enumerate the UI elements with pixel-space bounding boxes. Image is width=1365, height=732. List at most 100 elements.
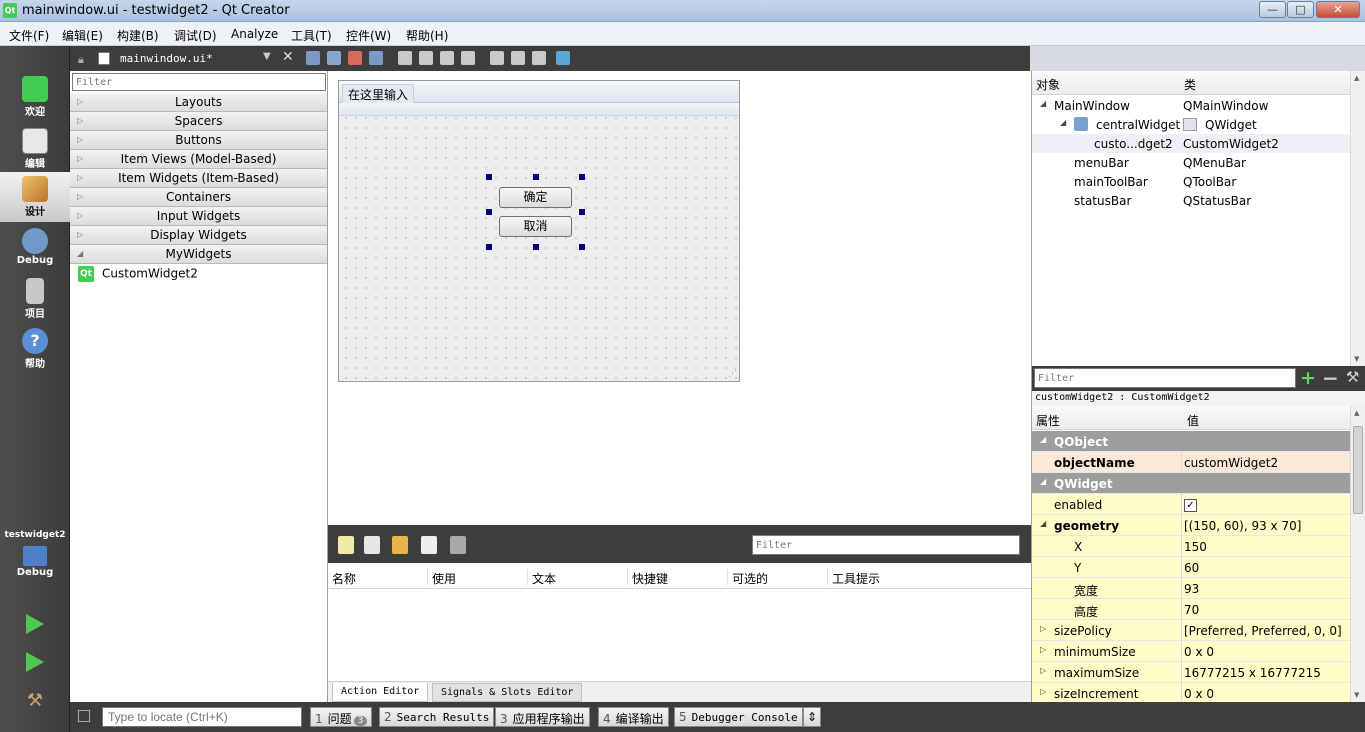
category-display-widgets[interactable]: ▷ Display Widgets [70,226,327,245]
tab-signals-slots-editor[interactable]: Signals & Slots Editor [432,683,583,702]
expand-arrow-icon[interactable]: ◢ [1040,99,1046,108]
edit-widgets-icon[interactable] [306,51,320,65]
tree-row-statusbar[interactable]: statusBar QStatusBar [1032,191,1350,210]
scroll-up-icon[interactable]: ▲ [1354,74,1359,82]
mode-help[interactable]: ? 帮助 [0,324,70,374]
add-dynamic-property-icon[interactable]: + [1300,367,1316,389]
mode-debug[interactable]: Debug [0,224,70,274]
menu-analyze[interactable]: Analyze [231,27,278,41]
prop-value[interactable]: 0 x 0 [1184,645,1214,659]
prop-value[interactable]: [Preferred, Preferred, 0, 0] [1184,624,1342,638]
build-button[interactable]: ⚒ [0,684,70,718]
output-tab-compile-output[interactable]: 4 编译输出 [598,707,669,727]
collapse-arrow-icon[interactable]: ◢ [1040,435,1046,444]
category-spacers[interactable]: ▷ Spacers [70,112,327,131]
chevron-down-icon[interactable]: ▼ [263,51,271,62]
configure-icon[interactable] [450,536,466,554]
menu-widgets[interactable]: 控件(W) [346,27,391,44]
close-document-icon[interactable]: ✕ [282,49,294,65]
ok-button[interactable]: 确定 [499,187,572,208]
prop-height[interactable]: 高度 70 [1032,599,1350,620]
form-main-toolbar[interactable] [339,103,739,116]
prop-geometry[interactable]: ◢ geometry [(150, 60), 93 x 70] [1032,515,1350,536]
prop-value[interactable]: 70 [1184,603,1199,617]
main-window-form[interactable]: 在这里输入 确定 取消 ⋰ [338,80,740,382]
maximize-button[interactable]: □ [1287,1,1314,18]
tab-action-editor[interactable]: Action Editor [332,683,429,702]
adjust-size-icon[interactable] [556,51,570,65]
output-tab-debugger-console[interactable]: 5 Debugger Console [674,707,803,727]
col-property[interactable]: 属性 [1036,412,1060,429]
mode-design[interactable]: 设计 [0,172,70,222]
category-input-widgets[interactable]: ▷ Input Widgets [70,207,327,226]
remove-dynamic-property-icon[interactable]: − [1322,366,1339,390]
prop-group-qwidget[interactable]: ◢ QWidget [1032,473,1350,494]
new-action-icon[interactable] [338,536,354,554]
configure-icon[interactable]: ⚒ [1346,368,1359,386]
menu-file[interactable]: 文件(F) [9,27,49,44]
prop-value[interactable]: 93 [1184,582,1199,596]
selection-handle[interactable] [533,244,539,250]
col-text[interactable]: 文本 [532,570,556,587]
scroll-up-icon[interactable]: ▲ [1354,409,1359,417]
category-containers[interactable]: ▷ Containers [70,188,327,207]
document-name[interactable]: mainwindow.ui* [120,52,213,65]
prop-objectname[interactable]: objectName customWidget2 [1032,452,1350,473]
output-tab-issues[interactable]: 1 问题 3 [310,707,373,727]
selection-handle[interactable] [579,174,585,180]
output-tabs-more[interactable]: ⇕ [803,707,822,727]
selection-handle[interactable] [486,209,492,215]
menu-help[interactable]: 帮助(H) [406,27,448,44]
mode-edit[interactable]: 编辑 [0,124,70,174]
expand-arrow-icon[interactable]: ▷ [1040,624,1046,633]
action-filter-input[interactable] [752,535,1020,555]
layout-horizontal-icon[interactable] [398,51,412,65]
col-class[interactable]: 类 [1184,76,1196,93]
action-table[interactable]: 名称 使用 文本 快捷键 可选的 工具提示 [328,563,1031,681]
layout-horizontal-splitter-icon[interactable] [440,51,454,65]
prop-width[interactable]: 宽度 93 [1032,578,1350,599]
minimize-button[interactable]: — [1259,1,1286,18]
enabled-checkbox[interactable]: ✓ [1184,499,1197,512]
col-value[interactable]: 值 [1187,412,1199,429]
tree-row-centralwidget[interactable]: ◢ centralWidget QWidget [1032,115,1350,134]
category-item-widgets[interactable]: ▷ Item Widgets (Item-Based) [70,169,327,188]
prop-value[interactable]: 150 [1184,540,1207,554]
expand-arrow-icon[interactable]: ◢ [1060,118,1066,127]
tree-row-menubar[interactable]: menuBar QMenuBar [1032,153,1350,172]
menu-build[interactable]: 构建(B) [117,27,159,44]
expand-arrow-icon[interactable]: ▷ [1040,645,1046,654]
locator-input[interactable] [102,707,302,727]
prop-group-qobject[interactable]: ◢ QObject [1032,431,1350,452]
cancel-button[interactable]: 取消 [499,216,572,237]
prop-value[interactable]: 60 [1184,561,1199,575]
selection-handle[interactable] [533,174,539,180]
delete-action-icon[interactable] [421,536,437,554]
collapse-arrow-icon[interactable]: ◢ [1040,477,1046,486]
layout-vertical-icon[interactable] [419,51,433,65]
type-here-menu[interactable]: 在这里输入 [342,84,415,105]
menu-tools[interactable]: 工具(T) [291,27,332,44]
col-shortcut[interactable]: 快捷键 [632,570,668,587]
close-button[interactable]: ✕ [1316,1,1360,18]
category-item-views[interactable]: ▷ Item Views (Model-Based) [70,150,327,169]
output-tab-search-results[interactable]: 2 Search Results [379,707,495,727]
category-layouts[interactable]: ▷ Layouts [70,93,327,112]
scrollbar-thumb[interactable] [1353,426,1363,514]
edit-tab-order-icon[interactable] [369,51,383,65]
tree-row-customwidget2[interactable]: custo...dget2 CustomWidget2 [1032,134,1350,153]
prop-minimumsize[interactable]: ▷ minimumSize 0 x 0 [1032,641,1350,662]
collapse-arrow-icon[interactable]: ◢ [1040,519,1046,528]
col-checkable[interactable]: 可选的 [732,570,768,587]
scroll-down-icon[interactable]: ▼ [1354,691,1359,699]
prop-value[interactable]: customWidget2 [1184,456,1278,470]
expand-arrow-icon[interactable]: ▷ [1040,666,1046,675]
selection-handle[interactable] [579,209,585,215]
expand-arrow-icon[interactable]: ▷ [1040,687,1046,696]
property-editor-scrollbar[interactable]: ▲ ▼ [1350,406,1365,702]
selection-handle[interactable] [486,244,492,250]
prop-value[interactable]: 16777215 x 16777215 [1184,666,1321,680]
selection-handle[interactable] [579,244,585,250]
tree-row-maintoolbar[interactable]: mainToolBar QToolBar [1032,172,1350,191]
paste-action-icon[interactable] [392,536,408,554]
